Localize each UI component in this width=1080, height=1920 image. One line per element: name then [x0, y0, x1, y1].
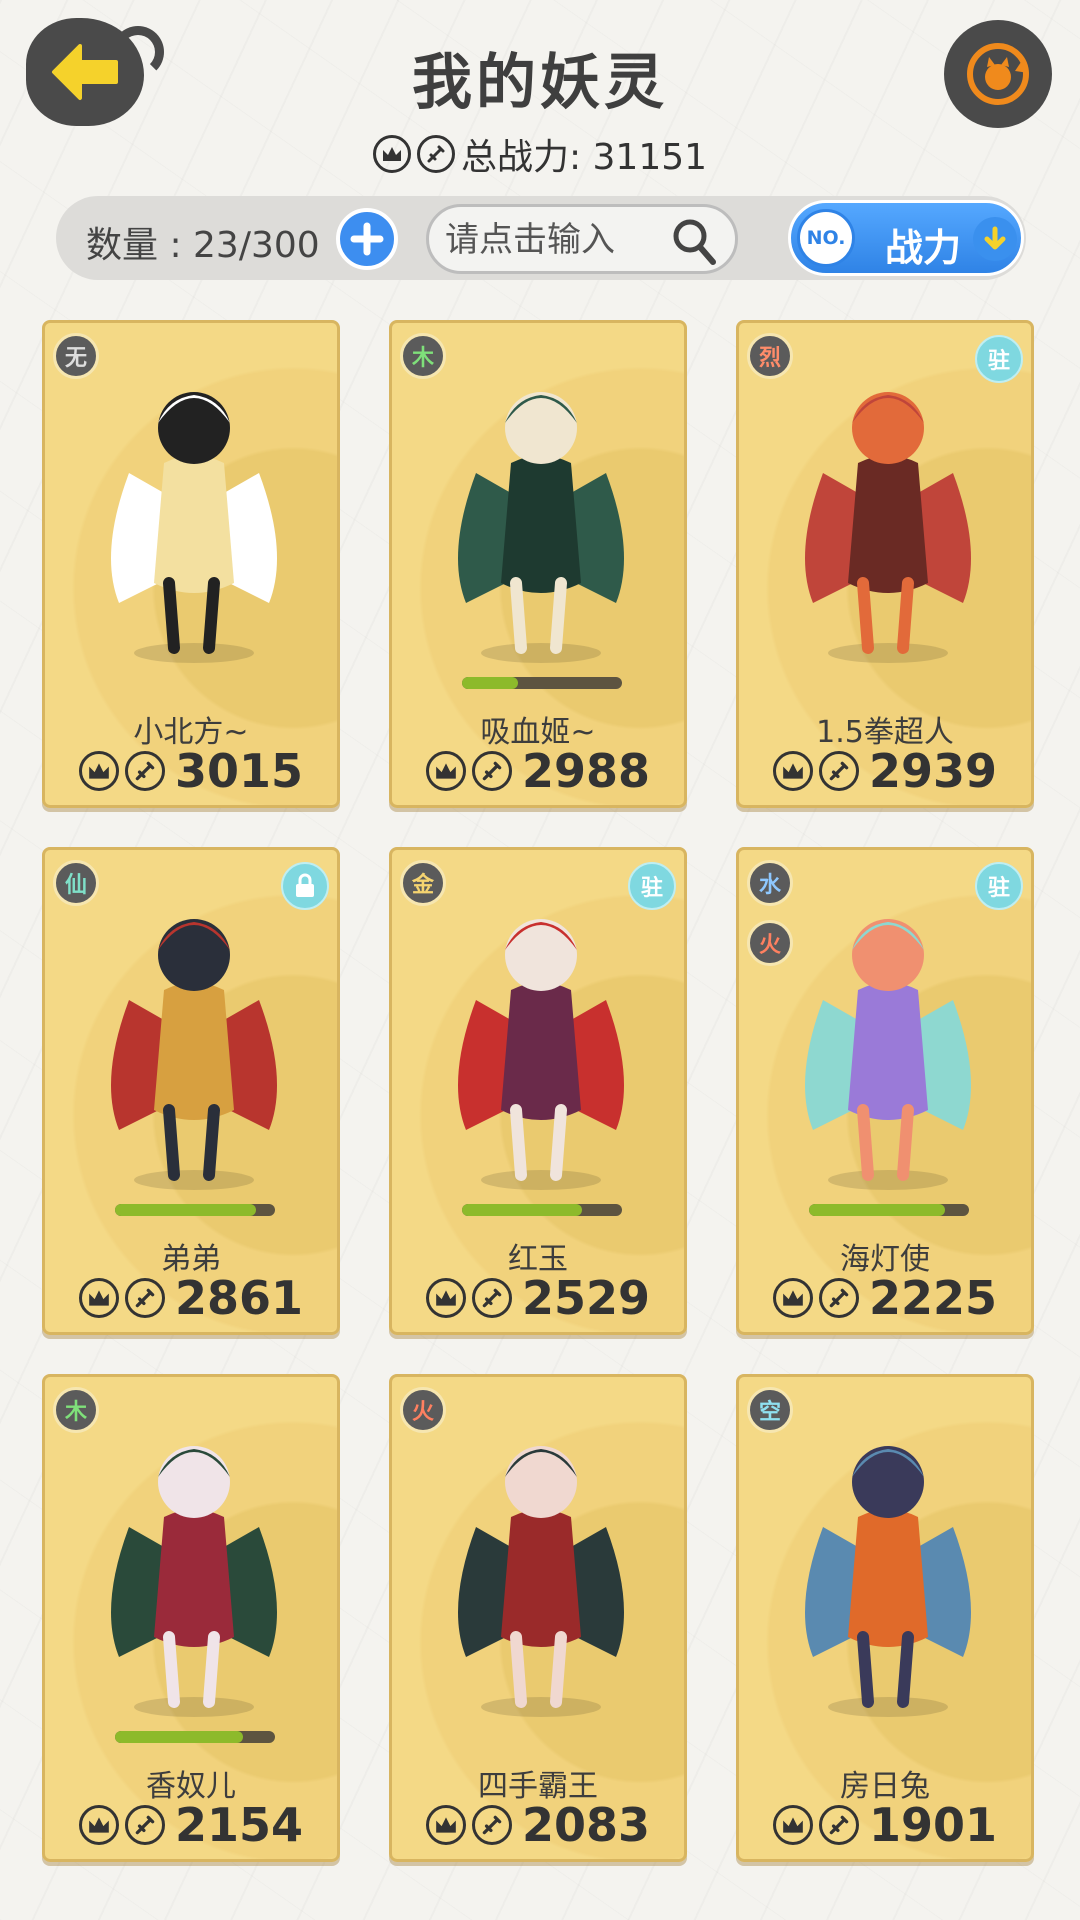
- spirit-card[interactable]: 木吸血姬~ 2988: [389, 320, 687, 808]
- crown-icon: [425, 1278, 466, 1318]
- toolbar: 数量 : 23/300 NO. 战力: [56, 196, 1026, 280]
- crown-icon: [772, 751, 813, 791]
- sword-icon: [471, 751, 512, 791]
- character-portrait: [458, 392, 624, 663]
- progress-bar-fill: [462, 1204, 582, 1216]
- crown-icon: [78, 1278, 119, 1318]
- spirit-power: 1901: [868, 1798, 998, 1852]
- spirit-card[interactable]: 木香奴儿 2154: [42, 1374, 340, 1862]
- power-row: 2154: [45, 1798, 337, 1852]
- progress-bar-fill: [115, 1731, 243, 1743]
- power-row: 2988: [392, 744, 684, 798]
- down-arrow-icon: [973, 217, 1017, 261]
- character-portrait: [458, 919, 624, 1190]
- progress-bar: [115, 1204, 275, 1216]
- character-portrait: [111, 919, 277, 1190]
- spirit-card[interactable]: 仙弟弟 2861: [42, 847, 340, 1335]
- spirit-card[interactable]: 火四手霸王 2083: [389, 1374, 687, 1862]
- power-row: 2083: [392, 1798, 684, 1852]
- search-input[interactable]: [443, 215, 677, 265]
- swap-character-button[interactable]: [944, 20, 1052, 128]
- crown-icon: [425, 751, 466, 791]
- spirit-power: 2225: [868, 1271, 998, 1325]
- spirit-card[interactable]: 金驻红玉 2529: [389, 847, 687, 1335]
- sort-button[interactable]: NO. 战力: [788, 200, 1024, 276]
- power-row: 2225: [739, 1271, 1031, 1325]
- progress-bar: [462, 1204, 622, 1216]
- spirit-power: 2939: [868, 744, 998, 798]
- crown-icon: [772, 1805, 813, 1845]
- crown-icon: [78, 751, 119, 791]
- progress-bar: [809, 1204, 969, 1216]
- sword-icon: [124, 1805, 165, 1845]
- total-power: 总战力: 31151: [0, 132, 1080, 178]
- progress-bar-fill: [809, 1204, 945, 1216]
- spirit-card[interactable]: 无小北方~ 3015: [42, 320, 340, 808]
- sword-icon: [818, 1278, 859, 1318]
- spirit-power: 2861: [174, 1271, 304, 1325]
- sort-label: 战力: [885, 226, 962, 270]
- progress-bar-fill: [115, 1204, 256, 1216]
- power-row: 2861: [45, 1271, 337, 1325]
- count-label: 数量 : 23/300: [86, 225, 320, 266]
- sword-icon: [471, 1278, 512, 1318]
- spirit-card[interactable]: 烈驻 1.5拳超人 2939: [736, 320, 1034, 808]
- sort-badge: NO.: [797, 209, 855, 267]
- spirit-power: 2529: [521, 1271, 651, 1325]
- crown-icon: [372, 135, 411, 173]
- spirit-power: 2988: [521, 744, 651, 798]
- search-icon[interactable]: [671, 217, 717, 267]
- sword-icon: [818, 1805, 859, 1845]
- sword-icon: [471, 1805, 512, 1845]
- progress-bar: [115, 1731, 275, 1743]
- sword-icon: [124, 1278, 165, 1318]
- progress-bar-fill: [462, 677, 518, 689]
- character-portrait: [111, 392, 277, 663]
- spirit-card[interactable]: 水火驻海灯使 2225: [736, 847, 1034, 1335]
- spirit-power: 3015: [174, 744, 304, 798]
- character-portrait: [458, 1446, 624, 1717]
- character-portrait: [805, 1446, 971, 1717]
- power-row: 1901: [739, 1798, 1031, 1852]
- character-portrait: [805, 919, 971, 1190]
- swap-character-icon: [967, 43, 1029, 105]
- power-row: 3015: [45, 744, 337, 798]
- spirit-power: 2083: [521, 1798, 651, 1852]
- spirit-power: 2154: [174, 1798, 304, 1852]
- power-row: 2529: [392, 1271, 684, 1325]
- spirit-card[interactable]: 空房日兔 1901: [736, 1374, 1034, 1862]
- page-title: 我的妖灵: [412, 48, 668, 118]
- search-box[interactable]: [426, 204, 738, 274]
- total-power-label: 总战力: 31151: [460, 137, 708, 178]
- character-portrait: [805, 392, 971, 663]
- crown-icon: [425, 1805, 466, 1845]
- sword-icon: [416, 135, 455, 173]
- character-portrait: [111, 1446, 277, 1717]
- power-row: 2939: [739, 744, 1031, 798]
- crown-icon: [78, 1805, 119, 1845]
- sword-icon: [818, 751, 859, 791]
- add-capacity-button[interactable]: [336, 208, 398, 270]
- sword-icon: [124, 751, 165, 791]
- crown-icon: [772, 1278, 813, 1318]
- progress-bar: [462, 677, 622, 689]
- plus-icon: [350, 222, 384, 256]
